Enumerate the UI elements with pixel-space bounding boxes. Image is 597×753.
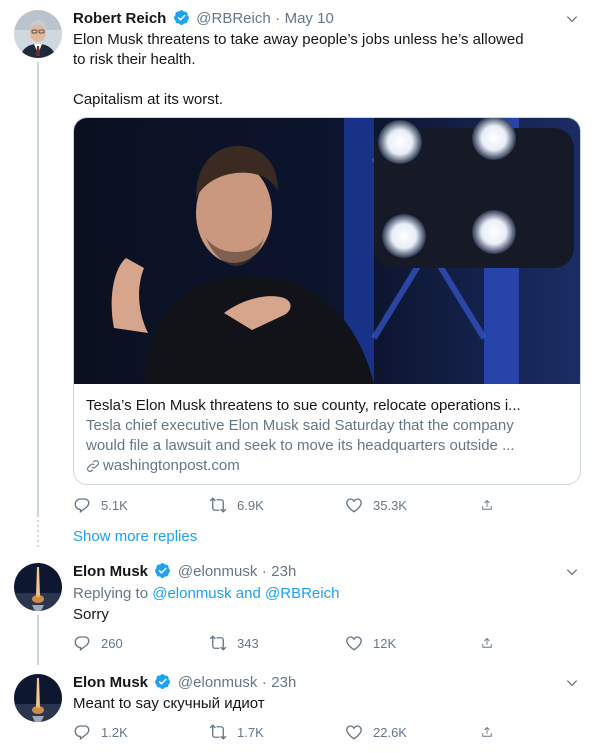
author-handle[interactable]: @elonmusk [178, 674, 257, 691]
tweet-header: Robert Reich @RBReich · May 10 [73, 9, 334, 28]
tweet-text-line: Elon Musk threatens to take away people’… [73, 31, 524, 48]
share-icon [481, 723, 493, 741]
meta-separator: · [261, 674, 267, 691]
like-button[interactable]: 12K [345, 634, 481, 652]
thread-line [37, 62, 39, 517]
card-domain[interactable]: washingtonpost.com [86, 456, 568, 476]
retweet-count: 6.9K [237, 497, 264, 513]
reply-icon [73, 723, 91, 741]
tweet-actions: 5.1K 6.9K 35.3K [73, 496, 503, 514]
like-count: 12K [373, 635, 397, 651]
tweet-text: Elon Musk threatens to take away people’… [73, 30, 524, 110]
tweet-text: Meant to say скучный идиот [73, 695, 265, 712]
heart-icon [345, 723, 363, 741]
reply-button[interactable]: 5.1K [73, 496, 209, 514]
tweet-text-line: Capitalism at its worst. [73, 91, 224, 108]
retweet-icon [209, 496, 227, 514]
show-more-replies-link[interactable]: Show more replies [73, 528, 197, 545]
retweet-button[interactable]: 1.7K [209, 723, 345, 741]
chevron-down-icon[interactable] [565, 12, 579, 26]
share-icon [481, 634, 493, 652]
card-body: Tesla’s Elon Musk threatens to sue count… [86, 396, 568, 476]
card-description: Tesla chief executive Elon Musk said Sat… [86, 416, 568, 456]
retweet-button[interactable]: 343 [209, 634, 345, 652]
avatar[interactable] [14, 10, 62, 58]
tweet-actions: 260 343 12K [73, 634, 503, 652]
like-count: 22.6K [373, 724, 407, 740]
meta-separator: · [275, 10, 281, 27]
share-button[interactable] [481, 634, 503, 652]
avatar[interactable] [14, 674, 62, 722]
reply-count: 1.2K [101, 724, 128, 740]
verified-badge-icon [154, 562, 171, 579]
chevron-down-icon[interactable] [565, 565, 579, 579]
share-button[interactable] [481, 723, 503, 741]
author-name[interactable]: Elon Musk [73, 563, 148, 580]
author-handle[interactable]: @RBReich [196, 10, 270, 27]
tweet-date[interactable]: 23h [271, 674, 296, 691]
heart-icon [345, 496, 363, 514]
like-count: 35.3K [373, 497, 407, 513]
verified-badge-icon [154, 673, 171, 690]
retweet-button[interactable]: 6.9K [209, 496, 345, 514]
tweet-header: Elon Musk @elonmusk · 23h [73, 562, 296, 581]
link-preview-card[interactable]: Tesla’s Elon Musk threatens to sue count… [73, 117, 581, 485]
share-button[interactable] [481, 496, 503, 514]
card-description-line: Tesla chief executive Elon Musk said Sat… [86, 417, 514, 434]
tweet-date[interactable]: 23h [271, 563, 296, 580]
tweet-actions: 1.2K 1.7K 22.6K [73, 723, 503, 741]
replying-to-label: Replying to [73, 585, 149, 602]
reply-button[interactable]: 1.2K [73, 723, 209, 741]
card-image [74, 118, 580, 384]
tweet-text-line: to risk their health. [73, 51, 196, 68]
verified-badge-icon [173, 9, 190, 26]
tweet-header: Elon Musk @elonmusk · 23h [73, 673, 296, 692]
author-name[interactable]: Robert Reich [73, 10, 166, 27]
chevron-down-icon[interactable] [565, 676, 579, 690]
author-handle[interactable]: @elonmusk [178, 563, 257, 580]
tweet-date[interactable]: May 10 [285, 10, 334, 27]
replying-to-line: Replying to @elonmusk and @RBReich [73, 584, 339, 604]
reply-count: 5.1K [101, 497, 128, 513]
thread-dots [37, 520, 39, 550]
like-button[interactable]: 35.3K [345, 496, 481, 514]
tweet-text: Sorry [73, 606, 109, 623]
retweet-count: 1.7K [237, 724, 264, 740]
retweet-icon [209, 634, 227, 652]
card-description-line: would file a lawsuit and seek to move it… [86, 437, 515, 454]
reply-icon [73, 496, 91, 514]
card-title[interactable]: Tesla’s Elon Musk threatens to sue count… [86, 396, 568, 416]
reply-button[interactable]: 260 [73, 634, 209, 652]
meta-separator: · [261, 563, 267, 580]
avatar[interactable] [14, 563, 62, 611]
replying-to-users[interactable]: @elonmusk and @RBReich [152, 585, 339, 602]
retweet-count: 343 [237, 635, 259, 651]
link-icon [86, 459, 100, 473]
reply-count: 260 [101, 635, 123, 651]
share-icon [481, 496, 493, 514]
author-name[interactable]: Elon Musk [73, 674, 148, 691]
like-button[interactable]: 22.6K [345, 723, 481, 741]
heart-icon [345, 634, 363, 652]
thread-line [37, 615, 39, 665]
card-domain-text: washingtonpost.com [103, 457, 240, 474]
reply-icon [73, 634, 91, 652]
retweet-icon [209, 723, 227, 741]
